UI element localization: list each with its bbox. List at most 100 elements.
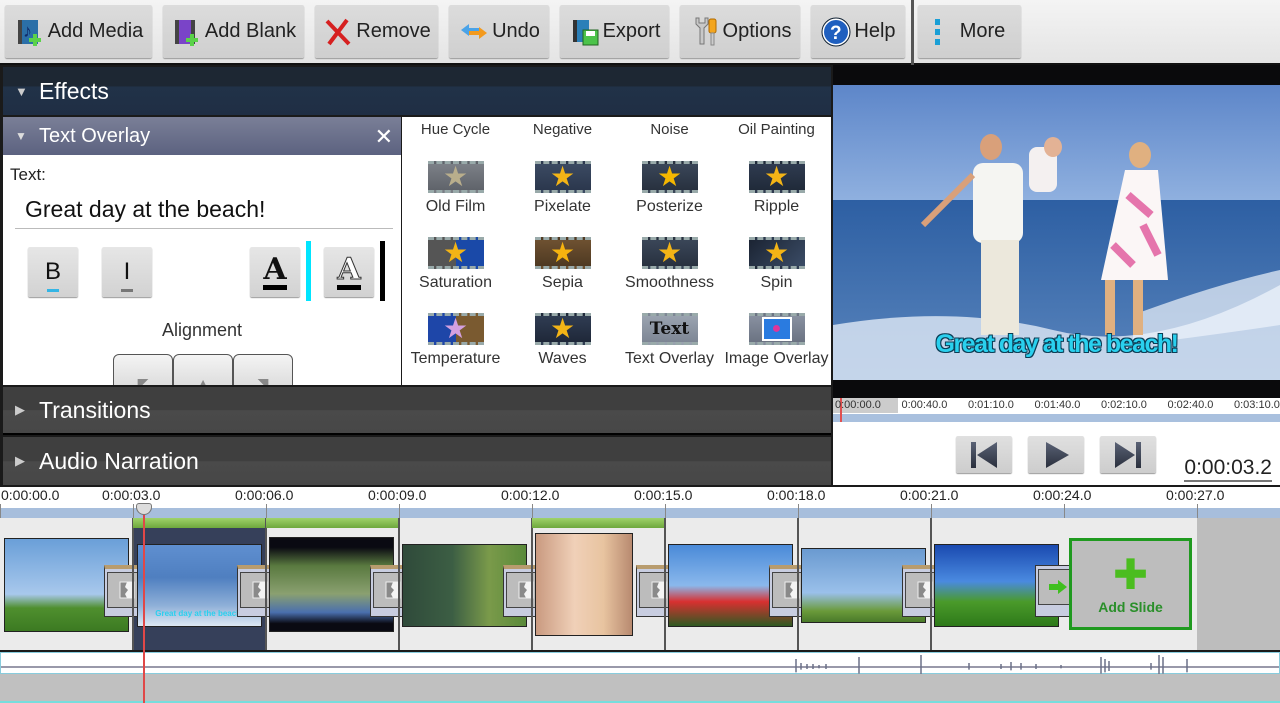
effect-smoothness[interactable]: ★ Smoothness [616,237,723,311]
align-right-icon: ◥ [257,375,269,385]
effect-thumbnail-icon: ● [748,313,805,345]
preview-caption-overlay: Great day at the beach! [935,330,1179,358]
effect-pixelate[interactable]: ★ Pixelate [509,161,616,235]
add-slide-label: Add Slide [1098,599,1163,615]
mini-ruler-tick-label: 0:02:10.0 [1101,399,1147,411]
undo-button[interactable]: Undo [449,5,549,58]
bold-button[interactable]: B [28,247,78,297]
effect-old-film[interactable]: ★ Old Film [402,161,509,235]
outline-color-icon: A [337,254,361,290]
timeline-tick [931,504,932,518]
current-time-readout[interactable]: 0:00:03.2 [1184,456,1272,482]
italic-button[interactable]: I [102,247,152,297]
timeline-tick-label: 0:00:27.0 [1166,487,1225,503]
timeline-tick [665,504,666,518]
add-blank-button[interactable]: Add Blank [163,5,304,58]
text-color-button[interactable]: A [250,247,300,297]
align-center-button[interactable]: ▲ [173,354,233,385]
outline-color-button[interactable]: A [324,247,374,297]
timeline-tick-label: 0:00:00.0 [1,487,60,503]
more-vertical-icon [934,16,942,48]
effect-indicator-bar [532,518,664,528]
effect-thumbnail-icon: ★ [641,237,698,269]
effect-name-label: Saturation [419,274,492,291]
text-overlay-header[interactable]: ▼ Text Overlay ✕ [3,117,401,155]
effect-negative[interactable]: Negative [509,121,616,138]
timeline-tick-label: 0:00:06.0 [235,487,294,503]
alignment-label: Alignment [161,320,243,340]
audio-waveform-track[interactable] [0,652,1280,675]
timeline-ruler[interactable]: 0:00:00.0 0:00:03.0 0:00:06.0 0:00:09.0 0:00… [0,487,1280,518]
timeline-tick [1064,504,1065,518]
timeline-tick-label: 0:00:24.0 [1033,487,1092,503]
effect-oil-painting[interactable]: Oil Painting [723,121,830,138]
skip-to-start-button[interactable] [956,436,1012,473]
effect-indicator-bar [266,518,398,528]
effect-indicator-bar [133,518,265,528]
effect-name-label: Text Overlay [625,350,714,367]
video-preview[interactable]: Great day at the beach! [833,65,1280,400]
slide-divider [930,518,932,650]
effect-thumbnail-icon: ★ [748,237,805,269]
timeline-slide-5[interactable] [535,533,633,636]
effect-name-label: Spin [760,274,793,291]
effect-posterize[interactable]: ★ Posterize [616,161,723,235]
align-center-icon: ▲ [196,375,210,385]
effect-name-label: Ripple [753,198,800,215]
mini-ruler-tick-label: 0:01:10.0 [968,399,1014,411]
effect-ripple[interactable]: ★ Ripple [723,161,830,235]
add-media-label: Add Media [47,20,144,42]
text-overlay-title: Text Overlay [39,124,151,147]
transitions-section-header[interactable]: ▶ Transitions [3,387,831,435]
help-question-icon: ? [820,16,852,48]
add-media-icon: ♪ [14,16,46,48]
effects-grid: Hue Cycle Negative Noise Oil Painting ★ O… [402,117,831,385]
plus-icon: ✚ [1112,551,1149,598]
options-label: Options [722,20,792,42]
effect-hue-cycle[interactable]: Hue Cycle [402,121,509,138]
export-button[interactable]: Export [560,5,669,58]
close-icon[interactable]: ✕ [375,124,393,150]
export-save-icon [569,16,601,48]
effect-thumbnail-icon: ★ [427,237,484,269]
more-button[interactable]: More [918,5,1021,58]
expanded-triangle-icon: ▼ [15,129,27,143]
align-left-icon: ◤ [137,375,149,385]
remove-button[interactable]: Remove [315,5,438,58]
skip-back-icon [971,441,997,468]
timeline-tick [1197,504,1198,518]
effect-spin[interactable]: ★ Spin [723,237,830,311]
options-button[interactable]: Options [680,5,800,58]
timeline-playhead[interactable] [143,503,145,703]
effect-image-overlay[interactable]: ● Image Overlay [723,313,830,385]
text-overlay-panel: ▼ Text Overlay ✕ Text: B I A A Alignment… [3,117,401,385]
align-left-button[interactable]: ◤ [113,354,173,385]
add-media-button[interactable]: ♪ Add Media [5,5,152,58]
play-button[interactable] [1028,436,1084,473]
effect-name-label: Smoothness [625,274,714,291]
effect-temperature[interactable]: ★ Temperature [402,313,509,385]
effect-thumbnail-icon: ★ [534,237,591,269]
effect-saturation[interactable]: ★ Saturation [402,237,509,311]
preview-scrub-ruler[interactable]: 0:00:00.0 0:00:40.0 0:01:10.0 0:01:40.0 0:02… [833,398,1280,422]
timeline-end-area [1197,518,1280,650]
effect-name-label: Old Film [425,198,486,215]
overlay-text-input[interactable] [15,191,393,229]
effects-section-header[interactable]: ▼ Effects [3,67,831,115]
text-color-icon: A [263,254,287,290]
effect-sepia[interactable]: ★ Sepia [509,237,616,311]
bold-label: B [44,258,61,285]
audio-narration-section-header[interactable]: ▶ Audio Narration [3,437,831,485]
effect-noise[interactable]: Noise [616,121,723,138]
text-field-label: Text: [10,165,46,184]
effect-waves[interactable]: ★ Waves [509,313,616,385]
align-right-button[interactable]: ◥ [233,354,293,385]
add-slide-button[interactable]: ✚ Add Slide [1069,538,1192,630]
text-color-swatch[interactable] [306,241,311,301]
skip-to-end-button[interactable] [1100,436,1156,473]
help-button[interactable]: ? Help [811,5,905,58]
effect-text-overlay[interactable]: Text Text Overlay [616,313,723,385]
undo-label: Undo [492,20,540,42]
options-tools-icon [689,16,721,48]
outline-color-swatch[interactable] [380,241,385,301]
